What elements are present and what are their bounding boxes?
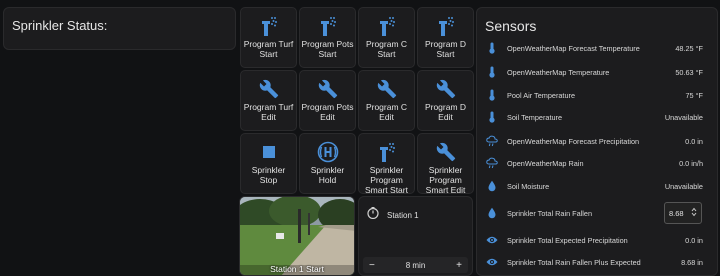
button-label: Program Pots Start: [301, 39, 354, 59]
sensor-name: OpenWeatherMap Temperature: [507, 67, 610, 77]
button-label: Program D Edit: [424, 102, 467, 122]
button-program-d-start[interactable]: Program D Start: [417, 7, 474, 68]
button-label: Sprinkler Program Smart Start: [365, 165, 408, 195]
eye-icon: [477, 235, 507, 245]
button-program-c-start[interactable]: Program C Start: [358, 7, 415, 68]
sensor-name: OpenWeatherMap Forecast Precipitation: [507, 136, 640, 146]
sensor-value: 8.68 in: [681, 257, 703, 267]
sensor-name: OpenWeatherMap Rain: [507, 158, 584, 168]
sensor-value: Unavailable: [664, 181, 703, 191]
sensor-row[interactable]: Soil Moisture Unavailable: [477, 176, 717, 196]
sensor-value: 0.0 in: [685, 235, 703, 245]
wrench-icon: [359, 78, 414, 100]
sensor-row[interactable]: Sprinkler Total Rain Fallen 8.68: [477, 202, 717, 224]
wrench-icon: [300, 78, 355, 100]
spinner-arrows-icon[interactable]: [691, 207, 697, 219]
sensors-title: Sensors: [485, 18, 537, 34]
station-header: Station 1: [367, 206, 419, 224]
button-label: Sprinkler Stop: [251, 165, 286, 185]
sensor-row[interactable]: OpenWeatherMap Rain 0.0 in/h: [477, 153, 717, 173]
sensor-value: 75 °F: [685, 90, 703, 100]
wrench-icon: [241, 78, 296, 100]
sensor-name: Sprinkler Total Rain Fallen Plus Expecte…: [507, 257, 641, 267]
sensor-row[interactable]: Sprinkler Total Rain Fallen Plus Expecte…: [477, 252, 717, 272]
sensor-name: Soil Moisture: [507, 181, 550, 191]
button-label: Program Pots Edit: [301, 102, 354, 122]
sensor-name: Soil Temperature: [507, 112, 563, 122]
button-label: Program C Start: [365, 39, 408, 59]
sensor-row[interactable]: OpenWeatherMap Temperature 50.63 °F: [477, 62, 717, 82]
station-1-card: Station 1 − 8 min +: [358, 196, 473, 276]
thermometer-icon: [477, 66, 507, 78]
sensor-value: Unavailable: [664, 112, 703, 122]
sprinkler-icon: [359, 141, 414, 163]
cloud-rain-icon: [477, 135, 507, 147]
button-label: Sprinkler Program Smart Edit: [425, 165, 466, 195]
thermometer-icon: [477, 42, 507, 54]
sensor-row[interactable]: Pool Air Temperature 75 °F: [477, 85, 717, 105]
sprinkler-status-card: Sprinkler Status:: [3, 7, 236, 50]
camera-caption: Station 1 Start: [270, 264, 324, 274]
sensor-name: Pool Air Temperature: [507, 90, 576, 100]
button-program-pots-edit[interactable]: Program Pots Edit: [299, 70, 356, 131]
sensor-value: 0.0 in: [685, 136, 703, 146]
sensor-value: 48.25 °F: [675, 43, 703, 53]
duration-stepper[interactable]: − 8 min +: [363, 257, 468, 273]
sensor-name: Sprinkler Total Expected Precipitation: [507, 235, 628, 245]
button-sprinkler-program-smart-edit[interactable]: Sprinkler Program Smart Edit: [417, 133, 474, 195]
button-label: Program Turf Edit: [243, 102, 294, 122]
station-1-camera-card[interactable]: Station 1 Start: [239, 196, 355, 276]
button-sprinkler-hold[interactable]: Sprinkler Hold: [299, 133, 356, 194]
sensor-row[interactable]: OpenWeatherMap Forecast Precipitation 0.0…: [477, 131, 717, 151]
sprinkler-icon: [359, 15, 414, 37]
sensor-row[interactable]: OpenWeatherMap Forecast Temperature 48.25…: [477, 38, 717, 58]
water-drop-icon: [477, 180, 507, 192]
cloud-rain-icon: [477, 157, 507, 169]
button-program-c-edit[interactable]: Program C Edit: [358, 70, 415, 131]
eye-icon: [477, 257, 507, 267]
rain-fallen-input[interactable]: 8.68: [664, 202, 702, 224]
sprinkler-icon: [300, 15, 355, 37]
wrench-icon: [418, 141, 473, 163]
thermometer-icon: [477, 111, 507, 123]
stop-icon: [241, 141, 296, 163]
sensor-value: 0.0 in/h: [679, 158, 703, 168]
sprinkler-icon: [241, 15, 296, 37]
sensor-value: 50.63 °F: [675, 67, 703, 77]
thermometer-icon: [477, 89, 507, 101]
increase-button[interactable]: +: [456, 260, 462, 271]
sensor-row[interactable]: Sprinkler Total Expected Precipitation 0.…: [477, 230, 717, 250]
left-column: [0, 52, 238, 276]
wrench-icon: [418, 78, 473, 100]
button-label: Program C Edit: [365, 102, 408, 122]
button-label: Program D Start: [424, 39, 467, 59]
timer-icon: [367, 206, 379, 224]
button-label: Program Turf Start: [243, 39, 294, 59]
button-program-d-edit[interactable]: Program D Edit: [417, 70, 474, 131]
decrease-button[interactable]: −: [369, 260, 375, 271]
button-program-turf-start[interactable]: Program Turf Start: [240, 7, 297, 68]
station-name: Station 1: [387, 210, 419, 220]
water-drop-icon: [477, 207, 507, 219]
button-sprinkler-stop[interactable]: Sprinkler Stop: [240, 133, 297, 194]
sensors-card: Sensors OpenWeatherMap Forecast Temperat…: [476, 7, 718, 276]
hold-icon: [300, 141, 355, 163]
sprinkler-status-title: Sprinkler Status:: [12, 18, 108, 33]
button-program-pots-start[interactable]: Program Pots Start: [299, 7, 356, 68]
button-program-turf-edit[interactable]: Program Turf Edit: [240, 70, 297, 131]
sensor-value: 8.68: [669, 208, 684, 218]
sensor-name: OpenWeatherMap Forecast Temperature: [507, 43, 640, 53]
sprinkler-icon: [418, 15, 473, 37]
sensor-row[interactable]: Soil Temperature Unavailable: [477, 107, 717, 127]
button-sprinkler-program-smart-start[interactable]: Sprinkler Program Smart Start: [358, 133, 415, 195]
button-label: Sprinkler Hold: [310, 165, 345, 185]
duration-value: 8 min: [405, 260, 426, 270]
